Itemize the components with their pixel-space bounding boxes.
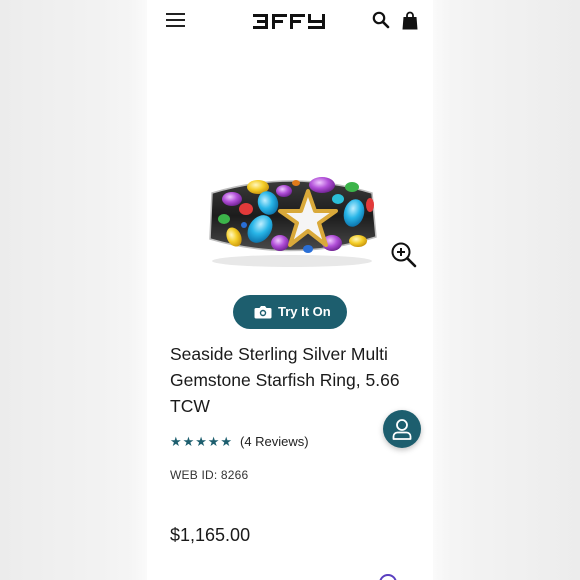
shopping-bag-icon[interactable]	[402, 11, 418, 30]
camera-icon	[254, 304, 272, 320]
zoom-in-icon[interactable]	[390, 241, 418, 269]
web-id: WEB ID: 8266	[170, 468, 249, 482]
ring-illustration	[209, 177, 377, 267]
menu-line	[166, 19, 185, 21]
menu-line	[166, 13, 185, 15]
phone-screen: Try It On Seaside Sterling Silver Multi …	[147, 0, 433, 580]
star-icon: ★	[220, 434, 233, 449]
rating-stars: ★★★★★	[170, 433, 233, 451]
star-icon: ★	[195, 434, 207, 449]
ring-image[interactable]	[204, 165, 380, 269]
search-icon[interactable]	[372, 11, 390, 29]
user-icon	[392, 419, 412, 440]
product-price: $1,165.00	[170, 525, 251, 545]
hamburger-menu-icon[interactable]	[166, 12, 186, 28]
try-it-on-label: Try It On	[278, 304, 331, 319]
menu-line	[166, 25, 185, 27]
top-navigation-bar	[147, 0, 433, 42]
brand-logo[interactable]	[252, 8, 326, 34]
floating-widget-icon[interactable]	[379, 574, 397, 580]
account-chat-button[interactable]	[383, 410, 421, 448]
star-icon: ★	[182, 434, 195, 449]
star-icon: ★	[207, 434, 220, 449]
logo-wordmark	[253, 14, 325, 29]
try-it-on-button[interactable]: Try It On	[233, 295, 347, 329]
reviews-count-link[interactable]: (4 Reviews)	[240, 433, 309, 451]
product-title: Seaside Sterling Silver Multi Gemstone S…	[170, 344, 400, 416]
star-icon: ★	[170, 434, 182, 449]
